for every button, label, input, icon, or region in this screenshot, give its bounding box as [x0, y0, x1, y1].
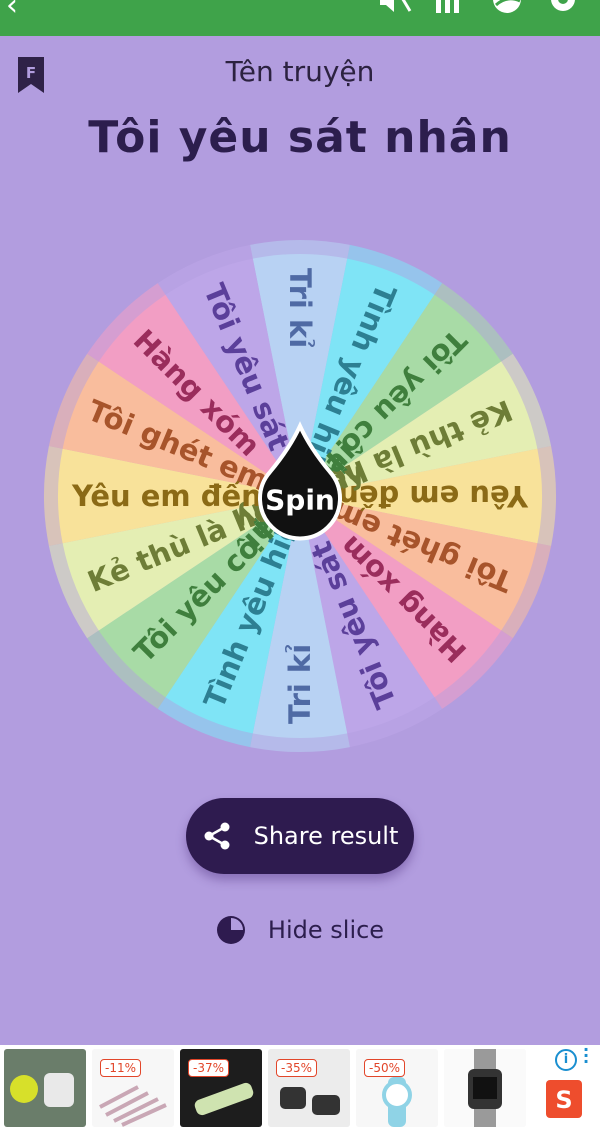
discount-badge: -35%	[276, 1059, 318, 1077]
hide-slice-label: Hide slice	[267, 916, 385, 944]
ad-product-3[interactable]: -37%	[180, 1049, 262, 1127]
theme-icon[interactable]	[490, 0, 524, 26]
ad-product-6[interactable]	[444, 1049, 526, 1127]
ad-info-icon[interactable]: i	[555, 1049, 577, 1071]
mute-icon[interactable]	[378, 0, 412, 26]
wheel-slice-label: Tri kỉ	[283, 644, 317, 724]
shopee-icon[interactable]: S	[546, 1080, 582, 1118]
discount-badge: -11%	[100, 1059, 142, 1077]
discount-badge: -50%	[364, 1059, 406, 1077]
ad-menu-icon[interactable]: · · ·	[583, 1042, 589, 1070]
wheel-slice-label: Tri kỉ	[283, 268, 317, 348]
spin-wheel[interactable]: Tri kỉ Tình yêu hiện tại Tôi yêu cô hiện t…	[34, 230, 566, 762]
story-label: Tên truyện	[225, 55, 375, 88]
top-app-bar: ‹	[0, 0, 600, 36]
share-result-label: Share result	[253, 822, 399, 850]
spin-label[interactable]: Spin	[265, 484, 335, 517]
share-result-button[interactable]: Share result	[186, 798, 414, 874]
watch-ball-product-icon	[4, 1049, 86, 1127]
digital-watch-product-icon	[444, 1049, 526, 1127]
ad-product-5[interactable]: -50%	[356, 1049, 438, 1127]
discount-badge: -37%	[188, 1059, 230, 1077]
pie-chart-icon	[216, 916, 245, 944]
ad-banner[interactable]: -11% -37% -35% -50%	[0, 1045, 600, 1129]
back-icon[interactable]: ‹	[6, 0, 18, 26]
share-icon	[204, 822, 230, 850]
ad-product-1[interactable]	[4, 1049, 86, 1127]
ad-product-2[interactable]: -11%	[92, 1049, 174, 1127]
ad-product-4[interactable]: -35%	[268, 1049, 350, 1127]
story-title: Tôi yêu sát nhân	[88, 112, 512, 163]
wheel-graphic[interactable]: Tri kỉTình yêu hiện tạiTôi yêu cô hiện t…	[34, 230, 566, 762]
settings-icon[interactable]	[546, 0, 580, 26]
hide-slice-button[interactable]: Hide slice	[0, 908, 600, 952]
list-icon[interactable]	[434, 0, 466, 26]
